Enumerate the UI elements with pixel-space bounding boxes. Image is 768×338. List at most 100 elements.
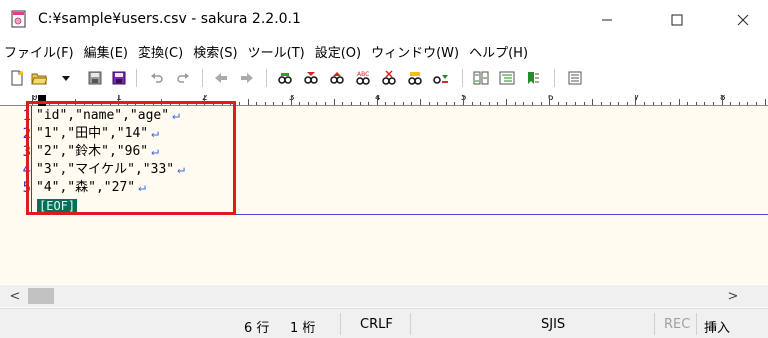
settings-icon[interactable] bbox=[566, 69, 584, 87]
menu-convert[interactable]: 変換(C) bbox=[138, 42, 183, 61]
ruler-tick bbox=[419, 99, 421, 105]
menu-search[interactable]: 検索(S) bbox=[193, 42, 237, 61]
toolbar-separator bbox=[554, 69, 555, 87]
grep-icon[interactable] bbox=[406, 69, 424, 87]
menu-tools[interactable]: ツール(T) bbox=[248, 42, 305, 61]
ruler-tick bbox=[506, 99, 508, 105]
ruler-tick bbox=[394, 102, 396, 105]
svg-text:ABC: ABC bbox=[357, 71, 369, 78]
ruler-tick bbox=[557, 102, 559, 105]
ruler-tick bbox=[549, 95, 551, 105]
window-title: C:¥sample¥users.csv - sakura 2.2.0.1 bbox=[38, 11, 301, 27]
toolbar: ABC bbox=[0, 63, 768, 93]
ruler-tick bbox=[359, 102, 361, 105]
toolbar-separator bbox=[266, 69, 267, 87]
ruler-tick bbox=[463, 95, 464, 105]
clear-search-icon[interactable] bbox=[380, 69, 398, 87]
search-icon[interactable] bbox=[276, 69, 294, 87]
ruler-tick bbox=[609, 102, 611, 105]
ruler-tick bbox=[626, 102, 628, 105]
ruler-tick bbox=[350, 102, 352, 105]
undo-icon[interactable] bbox=[148, 69, 166, 87]
ruler-tick bbox=[704, 102, 706, 105]
tag-jump-icon[interactable] bbox=[432, 69, 450, 87]
annotation-highlight-box bbox=[26, 101, 236, 215]
ruler-tick bbox=[592, 99, 594, 105]
status-macro-record: REC bbox=[664, 317, 691, 332]
ruler-tick bbox=[445, 102, 447, 105]
ruler-tick bbox=[264, 102, 266, 105]
scrollbar-thumb[interactable] bbox=[28, 288, 54, 304]
save-all-icon[interactable] bbox=[110, 69, 128, 87]
maximize-button[interactable] bbox=[654, 0, 700, 40]
ruler-tick bbox=[583, 102, 585, 105]
ruler-tick bbox=[402, 102, 404, 105]
ruler-tick bbox=[376, 95, 378, 105]
ruler-tick bbox=[644, 102, 646, 105]
ruler-tick bbox=[428, 102, 430, 105]
ruler-tick bbox=[488, 102, 490, 105]
open-folder-icon[interactable] bbox=[30, 69, 48, 87]
horizontal-scrollbar[interactable]: < > bbox=[0, 285, 768, 307]
ruler-tick bbox=[342, 102, 344, 105]
ruler-tick bbox=[600, 102, 602, 105]
ruler-tick bbox=[764, 99, 766, 105]
outline-icon[interactable] bbox=[498, 69, 516, 87]
toolbar-separator bbox=[462, 69, 463, 87]
menu-settings[interactable]: 設定(O) bbox=[315, 42, 361, 61]
toolbar-separator bbox=[202, 69, 203, 87]
bookmark-icon[interactable] bbox=[524, 69, 542, 87]
ruler-tick bbox=[514, 102, 516, 105]
save-icon[interactable] bbox=[86, 69, 104, 87]
ruler-tick bbox=[575, 102, 577, 105]
status-insert-mode[interactable]: 挿入 bbox=[704, 317, 730, 336]
status-separator bbox=[654, 313, 655, 335]
menu-edit[interactable]: 編集(E) bbox=[84, 42, 128, 61]
close-button[interactable] bbox=[720, 0, 766, 40]
ruler-tick bbox=[454, 102, 456, 105]
ruler-tick bbox=[437, 102, 439, 105]
menu-bar: ファイル(F) 編集(E) 変換(C) 検索(S) ツール(T) 設定(O) ウ… bbox=[0, 40, 768, 62]
ruler-tick bbox=[669, 102, 671, 105]
scroll-right-icon[interactable]: > bbox=[722, 285, 744, 307]
ruler-tick bbox=[618, 102, 620, 105]
status-encoding[interactable]: SJIS bbox=[541, 317, 565, 332]
ruler-tick bbox=[368, 102, 370, 105]
search-prev-icon[interactable] bbox=[302, 69, 320, 87]
dropdown-icon[interactable] bbox=[60, 69, 72, 87]
minimize-button[interactable] bbox=[584, 0, 630, 40]
ruler-tick bbox=[385, 102, 387, 105]
status-separator bbox=[340, 313, 341, 335]
title-bar: C:¥sample¥users.csv - sakura 2.2.0.1 bbox=[0, 0, 768, 40]
ruler-tick bbox=[730, 102, 732, 105]
ruler-tick bbox=[721, 95, 723, 105]
toolbar-separator bbox=[136, 69, 137, 87]
compare-icon[interactable] bbox=[472, 69, 490, 87]
new-file-icon[interactable] bbox=[8, 69, 26, 87]
ruler-tick bbox=[471, 102, 473, 105]
search-next-icon[interactable] bbox=[328, 69, 346, 87]
replace-icon[interactable]: ABC bbox=[354, 69, 372, 87]
menu-file[interactable]: ファイル(F) bbox=[4, 42, 74, 61]
ruler-tick bbox=[661, 102, 663, 105]
ruler-tick bbox=[325, 102, 327, 105]
scroll-left-icon[interactable]: < bbox=[4, 285, 26, 307]
sakura-app-icon[interactable] bbox=[10, 10, 28, 28]
jump-forward-icon[interactable] bbox=[238, 69, 256, 87]
menu-window[interactable]: ウィンドウ(W) bbox=[371, 42, 459, 61]
status-separator bbox=[410, 313, 411, 335]
ruler-tick bbox=[411, 102, 413, 105]
ruler-tick bbox=[480, 102, 482, 105]
redo-icon[interactable] bbox=[174, 69, 192, 87]
ruler-tick bbox=[247, 99, 249, 105]
ruler-tick bbox=[531, 102, 533, 105]
ruler-tick bbox=[290, 95, 292, 105]
status-bar: 6 行 1 桁 CRLF SJIS REC 挿入 bbox=[0, 308, 768, 338]
status-line-ending[interactable]: CRLF bbox=[360, 317, 393, 332]
jump-back-icon[interactable] bbox=[212, 69, 230, 87]
ruler-tick bbox=[712, 102, 714, 105]
ruler-tick bbox=[307, 102, 309, 105]
ruler-tick bbox=[540, 102, 542, 105]
menu-help[interactable]: ヘルプ(H) bbox=[469, 42, 528, 61]
ruler-tick bbox=[497, 102, 499, 105]
